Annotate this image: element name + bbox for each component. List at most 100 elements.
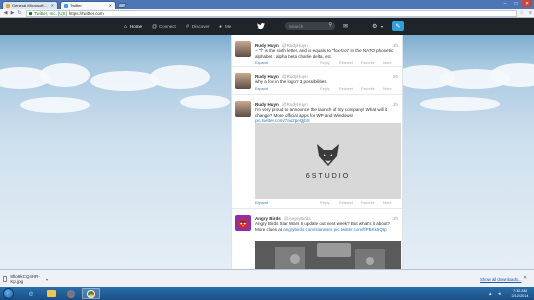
tab-twitter[interactable]: Twitter ✕ [60, 1, 116, 9]
chevron-down-icon[interactable]: ▾ [381, 22, 383, 30]
more-button[interactable]: More [383, 201, 392, 205]
search-icon[interactable]: ⚲ [328, 22, 332, 28]
expand-link[interactable]: Expand [255, 61, 268, 65]
tab-general-microsoft-news[interactable]: General Microsoft News ✕ [2, 1, 58, 9]
cloud-decoration [420, 97, 500, 111]
tweet-actions: Expand Reply Retweet Favorite More [255, 61, 401, 66]
home-icon: ⌂ [123, 23, 128, 30]
avatar[interactable] [235, 215, 251, 231]
more-button[interactable]: More [383, 87, 392, 91]
favicon-icon [6, 3, 10, 8]
favorite-button[interactable]: Favorite [361, 87, 375, 91]
tweet-pic-link[interactable]: pic.twitter.com/lfPBKk5Qtp [334, 227, 387, 232]
cloud-decoration [150, 65, 210, 89]
nav-discover[interactable]: # Discover [185, 18, 210, 35]
at-icon: @ [151, 23, 158, 30]
nav-discover-label: Discover [192, 24, 210, 29]
twitter-bird-icon[interactable] [257, 23, 265, 29]
url-text: https://twitter.com [68, 10, 104, 16]
lock-icon [29, 11, 32, 15]
expand-link[interactable]: Expand [255, 87, 268, 91]
file-explorer-icon[interactable] [42, 288, 60, 299]
favorite-button[interactable]: Favorite [361, 61, 375, 65]
retweet-button[interactable]: Retweet [339, 87, 353, 91]
browser-tab-strip: General Microsoft News ✕ Twitter ✕ – □ ✕ [0, 0, 534, 9]
tweet-inline-link[interactable]: angrybirds.com/starwars [283, 227, 332, 232]
tweet-text: Angry Birds Star Wars II update out next… [255, 221, 400, 232]
tweet-item[interactable]: Rudy Huyn @RudyHuyn 2h ~ "f" is the sixt… [232, 35, 402, 67]
twitter-favicon-icon [64, 3, 68, 8]
search-input[interactable]: Search ⚲ [285, 22, 335, 30]
download-bar: 8fto9kCQ4HR-Kp.jpg ▾ Show all downloads.… [0, 269, 534, 287]
compose-icon: ✎ [395, 23, 401, 30]
close-download-bar-icon[interactable]: ✕ [523, 275, 527, 281]
tweet-media-image[interactable] [255, 241, 401, 269]
hashtag-icon: # [186, 23, 189, 30]
tweet-timeline: Rudy Huyn @RudyHuyn 2h ~ "f" is the sixt… [231, 35, 403, 269]
compose-tweet-button[interactable]: ✎ [392, 21, 404, 31]
reply-button[interactable]: Reply [320, 61, 330, 65]
nav-connect[interactable]: @ Connect [152, 18, 176, 35]
new-tab-button[interactable] [117, 3, 127, 8]
windows-taskbar: e ▲ ◄ 7:32 AM 2/12/2014 [0, 287, 534, 300]
close-tab-icon[interactable]: ✕ [109, 3, 112, 8]
download-item[interactable]: 8fto9kCQ4HR-Kp.jpg ▾ [3, 274, 48, 284]
tweet-item[interactable]: Angry Birds @AngryBirds 2h Angry Birds S… [232, 210, 402, 269]
tweet-text-body: I'm very proud to announce the launch of… [255, 107, 388, 118]
maximize-icon[interactable]: □ [511, 0, 521, 7]
volume-icon[interactable]: ◄ [497, 291, 501, 296]
reply-button[interactable]: Reply [320, 87, 330, 91]
envelope-icon[interactable]: ✉ [343, 22, 348, 30]
chevron-down-icon[interactable]: ▾ [46, 277, 48, 282]
reload-icon[interactable]: ↻ [16, 10, 23, 17]
reply-button[interactable]: Reply [320, 201, 330, 205]
ev-certificate-label: Twitter, Inc. [US] [34, 10, 67, 16]
avatar[interactable] [235, 73, 251, 89]
gear-icon[interactable]: ⚙ [372, 22, 377, 30]
retweet-button[interactable]: Retweet [339, 201, 353, 205]
firefox-icon[interactable] [62, 288, 80, 299]
avatar[interactable] [235, 41, 251, 57]
tweet-actions: Expand Reply Retweet Favorite More [255, 201, 401, 206]
nav-home[interactable]: ⌂ Home [123, 18, 142, 35]
minimize-icon[interactable]: – [500, 0, 510, 7]
chrome-menu-icon[interactable]: ≡ [527, 10, 534, 16]
forward-icon[interactable]: ▶ [9, 10, 16, 17]
browser-toolbar: ◀ ▶ ↻ Twitter, Inc. [US] https://twitter… [0, 9, 534, 18]
tab-title: General Microsoft News [12, 3, 49, 8]
close-tab-icon[interactable]: ✕ [51, 3, 54, 8]
download-filename: 8fto9kCQ4HR-Kp.jpg [10, 274, 40, 284]
address-bar[interactable]: Twitter, Inc. [US] https://twitter.com [26, 9, 517, 17]
nav-me[interactable]: ● Me [218, 18, 231, 35]
angry-birds-logo-icon [238, 218, 248, 229]
avatar[interactable] [235, 101, 251, 117]
tweet-media-image[interactable]: 6STUDIO [255, 123, 401, 199]
tab-title: Twitter [70, 3, 82, 8]
cloud-decoration [180, 95, 230, 109]
show-all-downloads-link[interactable]: Show all downloads... [480, 277, 522, 282]
close-window-icon[interactable]: ✕ [522, 0, 532, 7]
bookmark-star-icon[interactable]: ☆ [520, 10, 524, 16]
more-button[interactable]: More [383, 61, 392, 65]
network-icon[interactable]: ▲ [488, 291, 492, 296]
expand-link[interactable]: Expand [255, 201, 268, 205]
favorite-button[interactable]: Favorite [361, 201, 375, 205]
clock-date: 2/12/2014 [511, 293, 529, 298]
start-button[interactable] [3, 288, 14, 299]
retweet-button[interactable]: Retweet [339, 61, 353, 65]
system-clock[interactable]: 7:32 AM 2/12/2014 [509, 289, 531, 298]
media-brand-text: 6STUDIO [305, 173, 351, 180]
internet-explorer-icon[interactable]: e [22, 288, 40, 299]
tweet-text: why a fox in the logo? 3 possibilities [255, 79, 327, 84]
cloud-decoration [40, 63, 90, 87]
tweet-item[interactable]: Rudy Huyn @RudyHuyn 2h why a fox in the … [232, 68, 402, 95]
chrome-taskbar-icon[interactable] [82, 288, 100, 299]
person-icon: ● [218, 23, 223, 30]
tweet-item[interactable]: Rudy Huyn @RudyHuyn 2h I'm very proud to… [232, 96, 402, 209]
back-icon[interactable]: ◀ [2, 10, 9, 17]
fox-logo-icon [317, 144, 339, 166]
nav-connect-label: Connect [159, 24, 176, 29]
tweet-text: ~ "f" is the sixth letter, and is equals… [255, 48, 394, 59]
twitter-topbar: ⌂ Home @ Connect # Discover ● Me Search … [0, 18, 534, 35]
file-icon [3, 276, 8, 282]
